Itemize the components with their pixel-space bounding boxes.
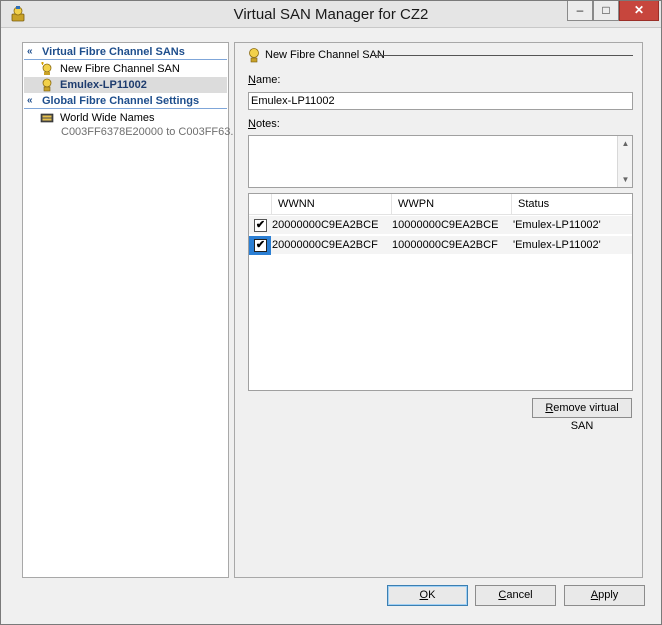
button-label: pply [598,589,619,601]
column-header-select[interactable] [249,194,271,215]
accelerator-key: O [419,589,429,601]
label-text: otes: [255,118,280,130]
minimize-button[interactable]: – [567,1,593,21]
nav-group-global-fc-settings[interactable]: « Global Fibre Channel Settings [24,94,227,109]
wwn-range-text: C003FF6378E20000 to C003FF63... [61,126,240,138]
nav-group-label: Global Fibre Channel Settings [42,95,200,107]
nav-item-world-wide-names[interactable]: World Wide Names [24,110,227,126]
maximize-button[interactable]: □ [593,1,619,21]
row-checkbox[interactable]: ✔ [254,219,267,232]
notes-label: Notes: [248,118,280,130]
apply-button[interactable]: Apply [564,585,645,606]
table-header: WWNN WWPN Status [249,194,632,215]
column-header-status[interactable]: Status [511,194,632,215]
status-cell: 'Emulex-LP11002' [513,239,601,251]
table-row[interactable]: ✔ 20000000C9EA2BCE 10000000C9EA2BCE 'Emu… [249,216,632,235]
wwn-table: WWNN WWPN Status ✔ 20000000C9EA2BCE 1000… [248,193,633,391]
row-checkbox[interactable]: ✔ [254,239,267,252]
nav-item-new-fibre-channel-san[interactable]: New Fibre Channel SAN [24,61,227,77]
window-title: Virtual SAN Manager for CZ2 [233,6,429,23]
title-bar[interactable]: Virtual SAN Manager for CZ2 – □ ✕ [1,1,661,28]
wwnn-cell: 20000000C9EA2BCE [272,219,379,231]
nav-item-emulex-lp11002[interactable]: Emulex-LP11002 [24,77,227,93]
world-wide-names-icon [40,113,54,123]
wwnn-cell: 20000000C9EA2BCF [272,239,378,251]
name-input[interactable] [248,92,633,110]
virtual-san-manager-window: Virtual SAN Manager for CZ2 – □ ✕ « Virt… [0,0,662,625]
scroll-down-icon[interactable]: ▼ [618,172,633,187]
nav-item-label: World Wide Names [60,112,155,124]
label-text: ame: [255,74,281,86]
collapse-chevron-icon[interactable]: « [27,45,33,59]
button-label: ancel [506,589,533,601]
name-label: Name: [248,74,280,86]
cancel-button[interactable]: Cancel [475,585,556,606]
san-icon [42,78,52,92]
table-row[interactable]: ✔ 20000000C9EA2BCF 10000000C9EA2BCF 'Emu… [249,236,632,255]
wwpn-cell: 10000000C9EA2BCF [392,239,498,251]
notes-scrollbar[interactable]: ▲ ▼ [617,136,632,187]
nav-group-label: Virtual Fibre Channel SANs [42,46,185,58]
button-label: emove virtual SAN [553,402,619,432]
detail-panel: New Fibre Channel SAN Name: Notes: ▲ ▼ W… [234,42,643,578]
collapse-chevron-icon[interactable]: « [27,94,33,108]
focused-cell[interactable]: ✔ [249,236,271,255]
close-button[interactable]: ✕ [619,1,659,21]
column-header-wwpn[interactable]: WWPN [391,194,511,215]
notes-textarea[interactable]: ▲ ▼ [248,135,633,188]
scroll-up-icon[interactable]: ▲ [618,136,633,151]
nav-item-label: New Fibre Channel SAN [60,63,180,75]
san-icon [249,48,259,63]
nav-group-virtual-fc-sans[interactable]: « Virtual Fibre Channel SANs [24,45,227,60]
accelerator-key: A [590,589,599,601]
status-cell: 'Emulex-LP11002' [513,219,601,231]
accelerator-key: N [248,74,256,86]
section-title: New Fibre Channel SAN [265,49,385,61]
button-label: K [428,589,436,601]
section-divider [375,55,633,56]
nav-item-label: Emulex-LP11002 [60,79,147,91]
accelerator-key: N [248,118,256,130]
column-header-wwnn[interactable]: WWNN [271,194,391,215]
new-san-icon [41,62,52,75]
remove-virtual-san-button[interactable]: Remove virtual SAN [532,398,632,432]
ok-button[interactable]: OK [387,585,468,606]
navigation-pane: « Virtual Fibre Channel SANs New Fibre C… [22,42,240,578]
wwpn-cell: 10000000C9EA2BCE [392,219,499,231]
